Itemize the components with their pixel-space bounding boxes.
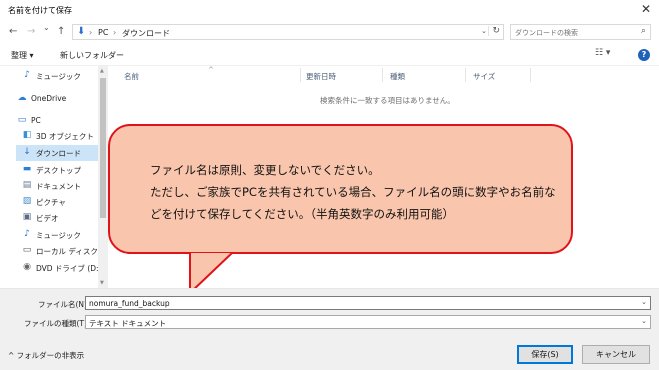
save-options-panel: ファイル名(N): ⌄ ファイルの種類(T): テキスト ドキュメント ⌄ ^ … [0, 288, 659, 370]
recent-locations-icon[interactable]: ⌄ [43, 23, 50, 32]
back-arrow-icon[interactable]: ← [9, 26, 17, 37]
navigation-scrollbar[interactable]: ▲ ▼ [98, 66, 108, 288]
download-icon: ↓ [23, 147, 31, 157]
new-folder-button[interactable]: 新しいフォルダー [60, 50, 124, 61]
sidebar-item[interactable]: ▭ ローカル ディスク (C [22, 243, 108, 259]
sidebar-item-label: ダウンロード [36, 149, 81, 158]
desktop-icon: ▬ [22, 164, 32, 174]
column-header-modified[interactable]: 更新日時 [306, 71, 336, 82]
sidebar-item-label: 3D オブジェクト [36, 132, 94, 141]
callout-line: ファイル名は原則、変更しないでください。 [150, 163, 380, 177]
column-header-type[interactable]: 種類 [390, 71, 405, 82]
breadcrumb-pc[interactable]: PC [98, 28, 108, 37]
window-title: 名前を付けて保存 [8, 6, 72, 15]
refresh-icon[interactable]: ↻ [488, 26, 500, 36]
sidebar-item[interactable]: ◧ 3D オブジェクト [22, 128, 108, 144]
view-options-icon[interactable]: ☷ ▾ [595, 48, 610, 58]
instruction-callout: ファイル名は原則、変更しないでください。 ただし、ご家族でPCを共有されている場… [108, 124, 573, 254]
dvd-icon: ◉ [23, 262, 31, 272]
breadcrumb-downloads[interactable]: ダウンロード [122, 28, 170, 39]
filename-history-icon[interactable]: ⌄ [641, 298, 647, 306]
empty-results-message: 検索条件に一致する項目はありません。 [320, 96, 455, 105]
scrollbar-thumb[interactable] [100, 78, 106, 218]
address-bar[interactable]: ⬇ › PC › ダウンロード ⌄ ↻ [72, 24, 504, 40]
filename-label: ファイル名(N): [38, 300, 90, 309]
sidebar-item-label: ドキュメント [36, 182, 81, 191]
callout-line: ただし、ご家族でPCを共有されている場合、ファイル名の頭に数字やお名前な [150, 185, 556, 199]
column-divider[interactable] [465, 68, 466, 82]
address-dropdown-icon[interactable]: ⌄ [481, 27, 487, 35]
sidebar-item-label: デスクトップ [36, 166, 81, 175]
sidebar-item[interactable]: ▬ デスクトップ [22, 162, 108, 178]
sidebar-item[interactable]: ☁ OneDrive [17, 91, 108, 107]
sort-ascending-icon: ^ [208, 66, 214, 74]
breadcrumb-separator: › [113, 28, 117, 37]
sidebar-item-label: PC [31, 116, 41, 125]
column-header-size[interactable]: サイズ [473, 71, 495, 82]
column-divider[interactable] [300, 68, 301, 82]
search-input[interactable] [515, 27, 633, 38]
search-icon[interactable]: ⌕ [641, 26, 646, 36]
sidebar-item-label: ビデオ [36, 214, 59, 223]
scroll-up-icon[interactable]: ▲ [100, 68, 104, 74]
sidebar-item-label: ミュージック [36, 72, 81, 81]
sidebar-item-label: OneDrive [31, 94, 67, 103]
sidebar-item[interactable]: ▤ ドキュメント [22, 178, 108, 194]
sidebar-item[interactable]: ◉ DVD ドライブ (D:) [22, 260, 108, 276]
sidebar-item[interactable]: ▣ ビデオ [22, 210, 108, 226]
filetype-value: テキスト ドキュメント [89, 319, 167, 328]
sidebar-item-label: ミュージック [36, 231, 81, 240]
sidebar-item-label: ピクチャ [36, 198, 66, 207]
navigation-pane: ♪ ミュージック ☁ OneDrive ▭ PC ◧ 3D オブジェクト ↓ ダウンロード ▬ デスク… [0, 66, 108, 288]
breadcrumb-separator: › [89, 28, 93, 37]
video-icon: ▣ [22, 212, 32, 222]
column-divider[interactable] [382, 68, 383, 82]
sidebar-item[interactable]: ♪ ミュージック [22, 227, 108, 243]
picture-icon: ▨ [22, 196, 32, 206]
sidebar-item-label: DVD ドライブ (D:) [36, 264, 102, 273]
filename-field[interactable]: ⌄ [85, 296, 651, 310]
music-icon: ♪ [24, 229, 30, 239]
sidebar-item[interactable]: ▨ ピクチャ [22, 194, 108, 210]
document-icon: ▤ [22, 180, 32, 190]
save-button[interactable]: 保存(S) [517, 345, 573, 364]
filetype-select[interactable]: テキスト ドキュメント ⌄ [85, 315, 651, 329]
filename-input[interactable] [89, 298, 629, 309]
column-header-name[interactable]: 名前 [124, 71, 139, 82]
column-divider[interactable] [530, 68, 531, 82]
sidebar-item[interactable]: ♪ ミュージック [22, 68, 108, 84]
navigation-bar: ← → ⌄ ↑ ⬇ › PC › ダウンロード ⌄ ↻ ⌕ [0, 20, 659, 44]
organize-menu-button[interactable]: 整理 ▾ [11, 50, 34, 61]
title-bar: 名前を付けて保存 ✕ [0, 0, 659, 20]
filetype-label: ファイルの種類(T): [24, 319, 90, 328]
pc-icon: ▭ [17, 115, 27, 125]
music-icon: ♪ [24, 70, 30, 80]
hide-folders-button[interactable]: ^ フォルダーの非表示 [8, 350, 84, 361]
scroll-down-icon[interactable]: ▼ [100, 280, 104, 286]
command-toolbar: 整理 ▾ 新しいフォルダー ☷ ▾ ? [0, 44, 659, 66]
up-arrow-icon[interactable]: ↑ [57, 26, 65, 37]
cube-icon: ◧ [22, 130, 32, 140]
download-folder-icon: ⬇ [77, 26, 86, 37]
callout-line: どを付けて保存してください。（半角英数字のみ利用可能） [150, 207, 455, 221]
cloud-icon: ☁ [17, 93, 27, 103]
forward-arrow-icon[interactable]: → [27, 26, 35, 37]
sidebar-item[interactable]: ↓ ダウンロード [16, 145, 98, 161]
cancel-button[interactable]: キャンセル [582, 345, 650, 364]
search-box[interactable]: ⌕ [510, 24, 651, 40]
help-icon[interactable]: ? [638, 49, 650, 61]
chevron-down-icon[interactable]: ⌄ [641, 317, 647, 325]
sidebar-item[interactable]: ▭ PC [17, 113, 108, 129]
drive-icon: ▭ [22, 245, 32, 255]
close-icon[interactable]: ✕ [641, 2, 651, 16]
